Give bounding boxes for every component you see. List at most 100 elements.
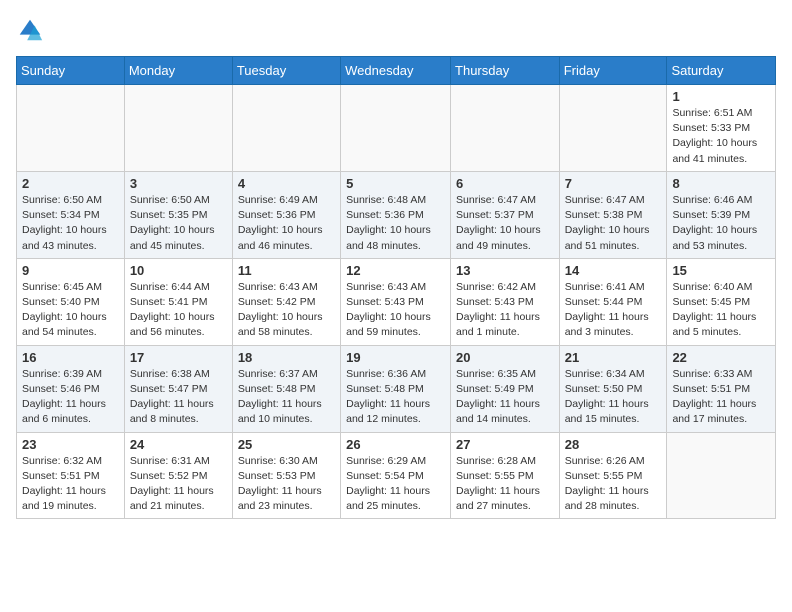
calendar-day: 13 Sunrise: 6:42 AM Sunset: 5:43 PM Dayli…: [451, 258, 560, 345]
day-number: 28: [565, 437, 662, 452]
weekday-header-friday: Friday: [559, 57, 667, 85]
day-info: Sunrise: 6:38 AM Sunset: 5:47 PM Dayligh…: [130, 367, 227, 428]
logo-icon: [16, 16, 44, 44]
calendar-day: [17, 85, 125, 172]
calendar-day: 11 Sunrise: 6:43 AM Sunset: 5:42 PM Dayli…: [232, 258, 340, 345]
day-number: 17: [130, 350, 227, 365]
day-number: 12: [346, 263, 445, 278]
day-info: Sunrise: 6:50 AM Sunset: 5:34 PM Dayligh…: [22, 193, 119, 254]
day-info: Sunrise: 6:46 AM Sunset: 5:39 PM Dayligh…: [672, 193, 770, 254]
calendar-day: [667, 432, 776, 519]
day-number: 11: [238, 263, 335, 278]
day-number: 9: [22, 263, 119, 278]
day-number: 19: [346, 350, 445, 365]
day-number: 26: [346, 437, 445, 452]
calendar-header-row: SundayMondayTuesdayWednesdayThursdayFrid…: [17, 57, 776, 85]
calendar-day: 7 Sunrise: 6:47 AM Sunset: 5:38 PM Daylig…: [559, 171, 667, 258]
weekday-header-tuesday: Tuesday: [232, 57, 340, 85]
day-info: Sunrise: 6:40 AM Sunset: 5:45 PM Dayligh…: [672, 280, 770, 341]
day-number: 23: [22, 437, 119, 452]
calendar-day: 2 Sunrise: 6:50 AM Sunset: 5:34 PM Daylig…: [17, 171, 125, 258]
day-info: Sunrise: 6:41 AM Sunset: 5:44 PM Dayligh…: [565, 280, 662, 341]
day-number: 16: [22, 350, 119, 365]
calendar-day: 23 Sunrise: 6:32 AM Sunset: 5:51 PM Dayli…: [17, 432, 125, 519]
calendar-day: 9 Sunrise: 6:45 AM Sunset: 5:40 PM Daylig…: [17, 258, 125, 345]
calendar-day: 4 Sunrise: 6:49 AM Sunset: 5:36 PM Daylig…: [232, 171, 340, 258]
calendar-day: 21 Sunrise: 6:34 AM Sunset: 5:50 PM Dayli…: [559, 345, 667, 432]
calendar-day: 15 Sunrise: 6:40 AM Sunset: 5:45 PM Dayli…: [667, 258, 776, 345]
weekday-header-wednesday: Wednesday: [341, 57, 451, 85]
calendar-day: 6 Sunrise: 6:47 AM Sunset: 5:37 PM Daylig…: [451, 171, 560, 258]
calendar-day: 24 Sunrise: 6:31 AM Sunset: 5:52 PM Dayli…: [124, 432, 232, 519]
page-header: [16, 16, 776, 44]
weekday-header-monday: Monday: [124, 57, 232, 85]
day-number: 6: [456, 176, 554, 191]
day-number: 2: [22, 176, 119, 191]
calendar-day: 10 Sunrise: 6:44 AM Sunset: 5:41 PM Dayli…: [124, 258, 232, 345]
calendar-week-2: 2 Sunrise: 6:50 AM Sunset: 5:34 PM Daylig…: [17, 171, 776, 258]
day-info: Sunrise: 6:49 AM Sunset: 5:36 PM Dayligh…: [238, 193, 335, 254]
day-info: Sunrise: 6:51 AM Sunset: 5:33 PM Dayligh…: [672, 106, 770, 167]
weekday-header-saturday: Saturday: [667, 57, 776, 85]
day-info: Sunrise: 6:45 AM Sunset: 5:40 PM Dayligh…: [22, 280, 119, 341]
weekday-header-thursday: Thursday: [451, 57, 560, 85]
calendar-day: [232, 85, 340, 172]
calendar-day: 27 Sunrise: 6:28 AM Sunset: 5:55 PM Dayli…: [451, 432, 560, 519]
calendar-table: SundayMondayTuesdayWednesdayThursdayFrid…: [16, 56, 776, 519]
calendar-day: 14 Sunrise: 6:41 AM Sunset: 5:44 PM Dayli…: [559, 258, 667, 345]
calendar-day: 20 Sunrise: 6:35 AM Sunset: 5:49 PM Dayli…: [451, 345, 560, 432]
calendar-day: [341, 85, 451, 172]
day-number: 5: [346, 176, 445, 191]
day-number: 24: [130, 437, 227, 452]
day-number: 8: [672, 176, 770, 191]
day-info: Sunrise: 6:36 AM Sunset: 5:48 PM Dayligh…: [346, 367, 445, 428]
day-info: Sunrise: 6:35 AM Sunset: 5:49 PM Dayligh…: [456, 367, 554, 428]
day-number: 18: [238, 350, 335, 365]
weekday-header-sunday: Sunday: [17, 57, 125, 85]
day-info: Sunrise: 6:48 AM Sunset: 5:36 PM Dayligh…: [346, 193, 445, 254]
calendar-day: 18Sunrise: 6:37 AM Sunset: 5:48 PM Dayli…: [232, 345, 340, 432]
day-number: 10: [130, 263, 227, 278]
day-number: 20: [456, 350, 554, 365]
day-number: 1: [672, 89, 770, 104]
day-number: 22: [672, 350, 770, 365]
calendar-day: [124, 85, 232, 172]
day-number: 7: [565, 176, 662, 191]
day-info: Sunrise: 6:32 AM Sunset: 5:51 PM Dayligh…: [22, 454, 119, 515]
day-info: Sunrise: 6:43 AM Sunset: 5:42 PM Dayligh…: [238, 280, 335, 341]
day-number: 4: [238, 176, 335, 191]
day-number: 13: [456, 263, 554, 278]
calendar-day: 1 Sunrise: 6:51 AM Sunset: 5:33 PM Daylig…: [667, 85, 776, 172]
day-info: Sunrise: 6:47 AM Sunset: 5:38 PM Dayligh…: [565, 193, 662, 254]
day-number: 21: [565, 350, 662, 365]
day-info: Sunrise: 6:33 AM Sunset: 5:51 PM Dayligh…: [672, 367, 770, 428]
calendar-day: 12 Sunrise: 6:43 AM Sunset: 5:43 PM Dayli…: [341, 258, 451, 345]
calendar-day: 5 Sunrise: 6:48 AM Sunset: 5:36 PM Daylig…: [341, 171, 451, 258]
day-number: 27: [456, 437, 554, 452]
calendar-day: 19 Sunrise: 6:36 AM Sunset: 5:48 PM Dayli…: [341, 345, 451, 432]
day-info: Sunrise: 6:31 AM Sunset: 5:52 PM Dayligh…: [130, 454, 227, 515]
day-number: 25: [238, 437, 335, 452]
day-info: Sunrise: 6:43 AM Sunset: 5:43 PM Dayligh…: [346, 280, 445, 341]
calendar-day: 28 Sunrise: 6:26 AM Sunset: 5:55 PM Dayli…: [559, 432, 667, 519]
day-number: 14: [565, 263, 662, 278]
day-number: 15: [672, 263, 770, 278]
day-info: Sunrise: 6:26 AM Sunset: 5:55 PM Dayligh…: [565, 454, 662, 515]
calendar-week-1: 1 Sunrise: 6:51 AM Sunset: 5:33 PM Daylig…: [17, 85, 776, 172]
calendar-day: [559, 85, 667, 172]
day-info: Sunrise: 6:28 AM Sunset: 5:55 PM Dayligh…: [456, 454, 554, 515]
calendar-day: 17 Sunrise: 6:38 AM Sunset: 5:47 PM Dayli…: [124, 345, 232, 432]
day-info: Sunrise: 6:34 AM Sunset: 5:50 PM Dayligh…: [565, 367, 662, 428]
calendar-day: 25 Sunrise: 6:30 AM Sunset: 5:53 PM Dayli…: [232, 432, 340, 519]
day-info: Sunrise: 6:42 AM Sunset: 5:43 PM Dayligh…: [456, 280, 554, 341]
calendar-day: 3Sunrise: 6:50 AM Sunset: 5:35 PM Daylig…: [124, 171, 232, 258]
calendar-day: 22 Sunrise: 6:33 AM Sunset: 5:51 PM Dayli…: [667, 345, 776, 432]
day-info: Sunrise: 6:47 AM Sunset: 5:37 PM Dayligh…: [456, 193, 554, 254]
calendar-day: 16Sunrise: 6:39 AM Sunset: 5:46 PM Dayli…: [17, 345, 125, 432]
day-info: Sunrise: 6:50 AM Sunset: 5:35 PM Dayligh…: [130, 193, 227, 254]
calendar-week-5: 23 Sunrise: 6:32 AM Sunset: 5:51 PM Dayli…: [17, 432, 776, 519]
calendar-day: [451, 85, 560, 172]
calendar-day: 26Sunrise: 6:29 AM Sunset: 5:54 PM Dayli…: [341, 432, 451, 519]
day-info: Sunrise: 6:44 AM Sunset: 5:41 PM Dayligh…: [130, 280, 227, 341]
day-info: Sunrise: 6:30 AM Sunset: 5:53 PM Dayligh…: [238, 454, 335, 515]
